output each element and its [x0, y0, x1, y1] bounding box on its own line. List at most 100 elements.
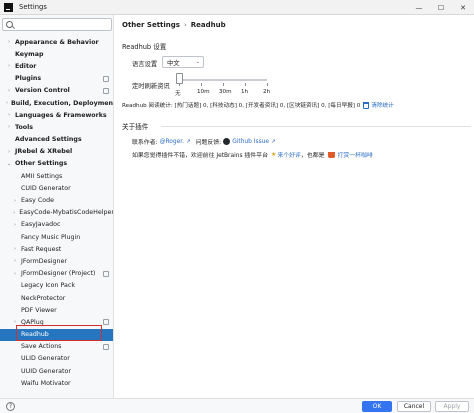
- slider-tick-label: 10m: [197, 89, 210, 95]
- slider-tick: [245, 83, 246, 86]
- sidebar-item-label: Fancy Music Plugin: [21, 233, 81, 241]
- sidebar-item[interactable]: › Build, Execution, Deployment: [0, 97, 113, 109]
- close-button[interactable]: ✕: [452, 0, 474, 15]
- sidebar-item[interactable]: Fancy Music Plugin: [0, 231, 113, 243]
- sidebar-item[interactable]: ⌄ Other Settings: [0, 158, 113, 170]
- refresh-interval-label: 定时刷新资讯: [132, 83, 170, 90]
- sidebar-item[interactable]: CUID Generator: [0, 182, 113, 194]
- settings-section-title: Readhub 设置: [122, 43, 167, 51]
- sidebar-item[interactable]: › Languages & Frameworks: [0, 109, 113, 121]
- sidebar-item[interactable]: Advanced Settings: [0, 134, 113, 146]
- rate-plugin-link[interactable]: 来个好评: [277, 150, 301, 159]
- selection-highlight-box: [16, 325, 102, 341]
- author-link[interactable]: @Roger.: [160, 139, 184, 145]
- title-bar: Settings — ☐ ✕: [0, 0, 474, 15]
- window-title: Settings: [19, 3, 47, 11]
- sidebar-item[interactable]: › Tools: [0, 121, 113, 133]
- breadcrumb-separator: ›: [183, 21, 187, 29]
- sidebar-item[interactable]: ULID Generator: [0, 353, 113, 365]
- sidebar-item-label: Advanced Settings: [15, 136, 82, 144]
- sidebar-item[interactable]: Save Actions: [0, 341, 113, 353]
- breadcrumb-parent[interactable]: Other Settings: [122, 21, 180, 29]
- chevron-right-icon[interactable]: ›: [6, 88, 12, 94]
- minimize-button[interactable]: —: [408, 0, 430, 15]
- project-scope-icon: [103, 87, 109, 94]
- sidebar-item-label: ULID Generator: [21, 355, 70, 363]
- sidebar-item[interactable]: PDF Viewer: [0, 304, 113, 316]
- slider-tick: [223, 83, 224, 86]
- sidebar-item[interactable]: › EasyJavadoc: [0, 219, 113, 231]
- chevron-right-icon[interactable]: ›: [12, 271, 18, 277]
- cancel-button[interactable]: Cancel: [397, 401, 431, 412]
- sidebar-item[interactable]: › JFormDesigner (Project): [0, 268, 113, 280]
- slider-tick: [201, 83, 202, 86]
- ok-button[interactable]: OK: [362, 401, 392, 412]
- sidebar-item[interactable]: › EasyCode-MybatisCodeHelper: [0, 207, 114, 219]
- trash-icon[interactable]: [363, 101, 370, 109]
- buy-coffee-link[interactable]: 打赏一杯咖啡: [337, 150, 372, 159]
- rate-suffix-text: ，也都是: [300, 153, 325, 159]
- feedback-label: 问题反馈:: [195, 140, 222, 146]
- breadcrumb: Other Settings › Readhub: [122, 21, 226, 29]
- chevron-right-icon[interactable]: ›: [12, 198, 18, 204]
- chevron-right-icon[interactable]: ›: [12, 222, 18, 228]
- support-line: 如果您觉得插件不错，欢迎前往 JetBrains 插件平台 ★ 来个好评 ，也都…: [132, 150, 373, 159]
- sidebar-item[interactable]: Plugins: [0, 73, 113, 85]
- language-select-value: 中文: [167, 59, 180, 67]
- sidebar-item-label: Save Actions: [21, 343, 62, 351]
- sidebar-item[interactable]: › Version Control: [0, 85, 113, 97]
- chevron-right-icon[interactable]: ›: [6, 39, 12, 45]
- sidebar-item[interactable]: NeckProtector: [0, 292, 113, 304]
- sidebar-item[interactable]: › JRebel & XRebel: [0, 146, 113, 158]
- maximize-button[interactable]: ☐: [430, 0, 452, 15]
- sidebar-item[interactable]: › Appearance & Behavior: [0, 36, 113, 48]
- github-issue-link[interactable]: Github Issue: [232, 139, 269, 145]
- chevron-right-icon[interactable]: ›: [6, 112, 12, 118]
- settings-content: Other Settings › Readhub Readhub 设置 语言设置…: [115, 15, 474, 398]
- chevron-right-icon[interactable]: ›: [6, 149, 12, 155]
- sidebar-item[interactable]: Waifu Motivator: [0, 377, 113, 389]
- sidebar-item-label: Keymap: [15, 50, 44, 58]
- chevron-right-icon[interactable]: ›: [12, 258, 18, 264]
- sidebar-item-label: Appearance & Behavior: [15, 38, 99, 46]
- support-text: 如果您觉得插件不错，欢迎前往 JetBrains 插件平台: [132, 153, 268, 159]
- sidebar-item[interactable]: › Editor: [0, 60, 113, 72]
- sidebar-item-label: Editor: [15, 62, 37, 70]
- breadcrumb-current: Readhub: [190, 21, 226, 29]
- help-icon[interactable]: ?: [6, 402, 15, 411]
- sidebar-item[interactable]: UUID Generator: [0, 365, 113, 377]
- chevron-right-icon[interactable]: ›: [6, 63, 12, 69]
- sidebar-item[interactable]: AMII Settings: [0, 170, 113, 182]
- chevron-down-icon[interactable]: ⌄: [6, 161, 12, 167]
- sidebar-item-label: Languages & Frameworks: [15, 111, 107, 119]
- sidebar-item[interactable]: › Easy Code: [0, 194, 113, 206]
- search-box[interactable]: [2, 18, 112, 31]
- clear-stats-link[interactable]: 清除统计: [371, 101, 393, 109]
- chevron-right-icon[interactable]: ›: [12, 210, 16, 216]
- about-section-title: 关于插件: [122, 123, 149, 131]
- refresh-slider-track[interactable]: [179, 79, 267, 81]
- sidebar-item-label: NeckProtector: [21, 294, 66, 302]
- sidebar-item[interactable]: › Fast Request: [0, 243, 113, 255]
- sidebar-item-label: Legacy Icon Pack: [21, 282, 75, 290]
- sidebar-item[interactable]: Legacy Icon Pack: [0, 280, 113, 292]
- chevron-right-icon[interactable]: ›: [12, 246, 18, 252]
- sidebar-item[interactable]: Keymap: [0, 48, 113, 60]
- language-select[interactable]: 中文 ⌄: [162, 56, 204, 68]
- slider-tick-label: 无: [175, 91, 181, 97]
- coffee-icon: [328, 151, 336, 158]
- chevron-right-icon[interactable]: ›: [6, 100, 8, 106]
- slider-tick-label: 30m: [219, 89, 232, 95]
- search-input[interactable]: [15, 20, 110, 29]
- chevron-right-icon[interactable]: ›: [6, 124, 12, 130]
- contact-line: 联系作者: @Roger. ↗ 问题反馈: Github Issue ↗: [132, 137, 276, 146]
- read-stats: Readhub 阅读统计: [热门话题] 0, [科技动态] 0, [开发者资讯…: [122, 101, 394, 109]
- project-scope-icon: [103, 270, 109, 277]
- sidebar-item-label: Waifu Motivator: [21, 379, 71, 387]
- sidebar-item-label: EasyCode-MybatisCodeHelper: [19, 209, 114, 217]
- about-divider: [161, 126, 471, 127]
- read-stats-text: Readhub 阅读统计: [热门话题] 0, [科技动态] 0, [开发者资讯…: [122, 103, 361, 109]
- sidebar-item[interactable]: › JFormDesigner: [0, 255, 113, 267]
- chevron-down-icon: ⌄: [195, 59, 200, 65]
- apply-button[interactable]: Apply: [435, 401, 469, 412]
